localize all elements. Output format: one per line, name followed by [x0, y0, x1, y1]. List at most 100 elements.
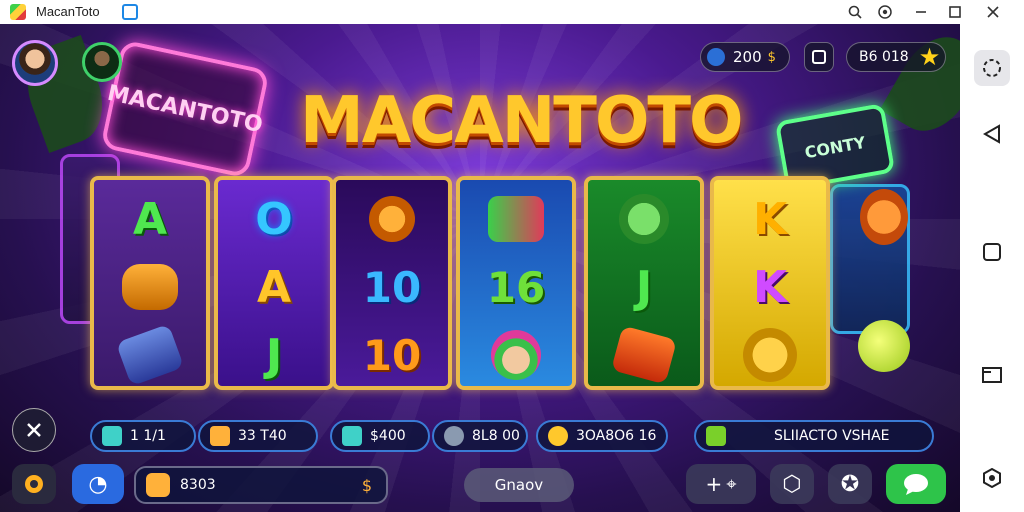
- gems-counter[interactable]: B6 018 ★: [846, 42, 946, 72]
- reel-4: 16: [456, 176, 576, 390]
- reel-2-symbol-1: O: [255, 193, 293, 245]
- recent-apps-icon[interactable]: [976, 358, 1008, 390]
- reel-4-symbol-2: 16: [486, 262, 546, 312]
- red-gem-icon: [611, 325, 677, 385]
- reel-3: 10 10: [332, 176, 452, 390]
- reel-3-symbol-2: 10: [362, 262, 422, 312]
- coins-value: 200: [733, 48, 762, 66]
- shield-icon: [444, 426, 464, 446]
- home-icon[interactable]: [976, 236, 1008, 268]
- add-location-button[interactable]: + ⌖: [686, 464, 756, 504]
- close-game-button[interactable]: [12, 408, 56, 452]
- player-avatar[interactable]: [12, 40, 58, 86]
- reel-5-symbol-3: [588, 320, 700, 386]
- reel-1-symbol-1: A: [132, 193, 168, 245]
- balance-value: 8303: [180, 477, 216, 493]
- floating-ball-icon: [858, 320, 910, 372]
- swirl-button[interactable]: ◔: [72, 464, 124, 504]
- neon-sign-right-text: CONTY: [803, 132, 867, 162]
- gamepad-icon[interactable]: [974, 50, 1010, 86]
- settings-hex-icon[interactable]: [976, 462, 1008, 494]
- win-indicator[interactable]: $400: [330, 420, 430, 452]
- emulator-sidebar: [960, 24, 1024, 512]
- minimize-icon[interactable]: [910, 2, 932, 22]
- coin-total-indicator[interactable]: 3OA8O6 16: [536, 420, 668, 452]
- status-text: SLIIACTO VSHAE: [774, 428, 890, 444]
- status-banner: SLIIACTO VSHAE: [694, 420, 934, 452]
- reel-6-symbol-1: K: [752, 193, 788, 245]
- close-icon[interactable]: [982, 2, 1004, 22]
- settings-gear-button[interactable]: [12, 464, 56, 504]
- chat-bubble-icon: [904, 474, 928, 495]
- game-logo: MACANTOTO: [300, 84, 743, 158]
- slot-reels[interactable]: A O A J 10 10 16 J K K: [90, 176, 838, 418]
- floating-coin-icon: [860, 189, 908, 245]
- reel-1-symbol-3: [94, 320, 206, 386]
- reel-3-symbol-3: 10: [362, 330, 422, 380]
- center-action-label: Gnaov: [494, 476, 544, 494]
- reel-5-symbol-2: J: [635, 261, 653, 313]
- coin-symbol-icon: $: [767, 49, 776, 65]
- maximize-icon[interactable]: [944, 2, 966, 22]
- coin-symbol-icon: $: [361, 475, 372, 495]
- coins-counter[interactable]: 200 $: [700, 42, 790, 72]
- seal-button[interactable]: ✪: [828, 464, 872, 504]
- lines-indicator[interactable]: 1 1/1: [90, 420, 196, 452]
- drink-symbol-icon: [488, 196, 544, 242]
- reel-4-symbol-3: [460, 320, 572, 386]
- jester-symbol-icon: [491, 330, 541, 380]
- coin-total-value: 3OA8O6 16: [576, 428, 657, 444]
- game-viewport[interactable]: MACANTOTO CONTY MACANTOTO 200 $ B6 018 ★…: [0, 24, 960, 512]
- star-icon: ★: [918, 43, 941, 71]
- reel-2-symbol-3: J: [265, 329, 283, 381]
- reel-1-symbol-2: [94, 252, 206, 322]
- reel-5-symbol-1: [588, 184, 700, 254]
- swirl-icon: ◔: [88, 471, 108, 497]
- gear-icon: [25, 475, 43, 493]
- balance-field[interactable]: 8303 $: [134, 466, 388, 504]
- badge-button[interactable]: ⬡: [770, 464, 814, 504]
- king-symbol-icon: [369, 196, 415, 242]
- coin-icon: [707, 48, 725, 66]
- badge-icon: ⬡: [782, 471, 802, 497]
- bet-icon: [210, 426, 230, 446]
- win-icon: [342, 426, 362, 446]
- bet-indicator[interactable]: 33 T40: [198, 420, 318, 452]
- search-icon[interactable]: [844, 2, 866, 22]
- gift-icon: [812, 50, 826, 64]
- reel-6-symbol-2: K: [752, 261, 788, 313]
- coin-total-icon: [548, 426, 568, 446]
- lines-value: 1 1/1: [130, 428, 166, 444]
- wallet-icon: [146, 473, 170, 497]
- barrel-symbol-icon: [122, 264, 178, 310]
- reel-2-symbol-2: A: [256, 261, 292, 313]
- reel-6-symbol-3: [714, 320, 826, 386]
- reel-1: A: [90, 176, 210, 390]
- center-action-button[interactable]: Gnaov: [464, 468, 574, 502]
- status-icon: [706, 426, 726, 446]
- pin-icon[interactable]: [122, 4, 138, 20]
- neon-sign-left-text: MACANTOTO: [105, 80, 265, 138]
- chat-button[interactable]: [886, 464, 946, 504]
- friend-avatar[interactable]: [82, 42, 122, 82]
- shield-indicator[interactable]: 8L8 00: [432, 420, 528, 452]
- lines-icon: [102, 426, 122, 446]
- bet-value: 33 T40: [238, 428, 287, 444]
- reel-6: K K: [710, 176, 830, 390]
- back-icon[interactable]: [976, 118, 1008, 150]
- settings-icon[interactable]: [874, 2, 896, 22]
- reel-5: J: [584, 176, 704, 390]
- window-title: MacanToto: [36, 4, 100, 19]
- location-pin-icon: ⌖: [726, 473, 737, 495]
- app-logo-icon: [10, 4, 26, 20]
- gift-box-button[interactable]: [804, 42, 834, 72]
- gold-coin-icon: [743, 328, 797, 382]
- shield-value: 8L8 00: [472, 428, 520, 444]
- reel-3-symbol-1: [336, 184, 448, 254]
- green-coin-icon: [619, 194, 669, 244]
- win-value: $400: [370, 428, 406, 444]
- reel-2: O A J: [214, 176, 334, 390]
- reel-4-symbol-1: [460, 184, 572, 254]
- gems-value: B6 018: [859, 49, 909, 65]
- plus-icon: +: [705, 472, 723, 496]
